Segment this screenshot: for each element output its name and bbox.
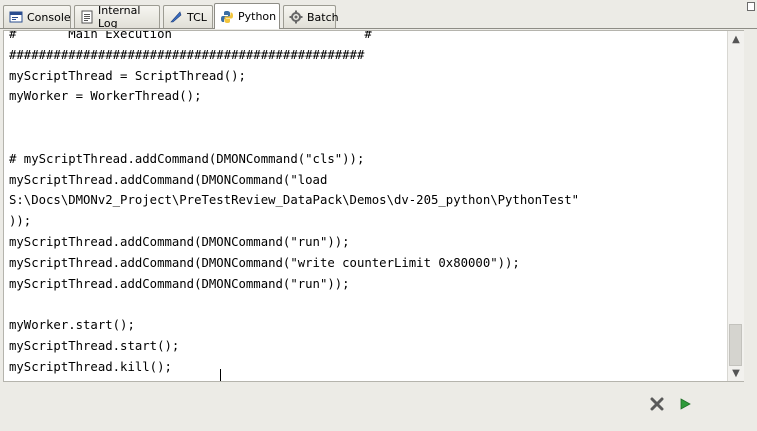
tab-internal-log[interactable]: Internal Log — [74, 4, 160, 30]
tab-bar: Console Internal Log TCL Python Batch — [0, 0, 757, 30]
clear-x-icon — [650, 396, 664, 415]
code-line: myScriptThread.kill(); — [9, 359, 172, 374]
tab-python-label: Python — [238, 10, 277, 23]
clear-button[interactable] — [648, 396, 666, 414]
tab-python[interactable]: Python — [214, 3, 280, 29]
code-line: # Main Execution # — [9, 30, 372, 41]
tcl-feather-icon — [169, 10, 183, 24]
minimize-view-button[interactable] — [747, 2, 755, 11]
tab-tcl-label: TCL — [187, 10, 207, 24]
code-line: S:\Docs\DMONv2_Project\PreTestReview_Dat… — [9, 193, 580, 208]
code-line: ########################################… — [9, 47, 365, 62]
tab-divider — [0, 28, 757, 29]
python-script-editor[interactable]: # Main Execution # ######################… — [3, 30, 744, 382]
code-line: myScriptThread.addCommand(DMONCommand("r… — [9, 276, 350, 291]
code-line: myScriptThread = ScriptThread(); — [9, 68, 246, 83]
run-play-icon — [678, 396, 692, 415]
code-line: )); — [9, 214, 32, 229]
batch-icon — [289, 10, 303, 24]
tab-console[interactable]: Console — [3, 5, 71, 28]
vertical-scrollbar[interactable]: ▲ ▼ — [727, 31, 744, 381]
code-line: myWorker.start(); — [9, 318, 135, 333]
code-line: # myScriptThread.addCommand(DMONCommand(… — [9, 151, 365, 166]
scroll-down-arrow-icon[interactable]: ▼ — [728, 367, 744, 381]
run-button[interactable] — [676, 396, 694, 414]
python-icon — [220, 10, 234, 24]
log-icon — [80, 10, 94, 24]
scroll-up-arrow-icon[interactable]: ▲ — [728, 33, 744, 47]
script-text[interactable]: # Main Execution # ######################… — [9, 30, 580, 378]
code-line: myScriptThread.addCommand(DMONCommand("w… — [9, 255, 520, 270]
code-line: myScriptThread.start(); — [9, 338, 180, 353]
tab-tcl[interactable]: TCL — [163, 5, 213, 28]
action-bar — [0, 383, 757, 431]
code-line: myWorker = WorkerThread(); — [9, 89, 202, 104]
tab-batch-label: Batch — [307, 10, 339, 24]
tab-internal-log-label: Internal Log — [98, 4, 141, 30]
code-line: myScriptThread.addCommand(DMONCommand("r… — [9, 234, 350, 249]
tab-batch[interactable]: Batch — [283, 5, 339, 28]
code-line: myScriptThread.addCommand(DMONCommand("l… — [9, 172, 328, 187]
console-icon — [9, 10, 23, 24]
text-caret — [220, 369, 221, 381]
tab-console-label: Console — [27, 10, 71, 24]
scrollbar-thumb[interactable] — [729, 324, 742, 366]
